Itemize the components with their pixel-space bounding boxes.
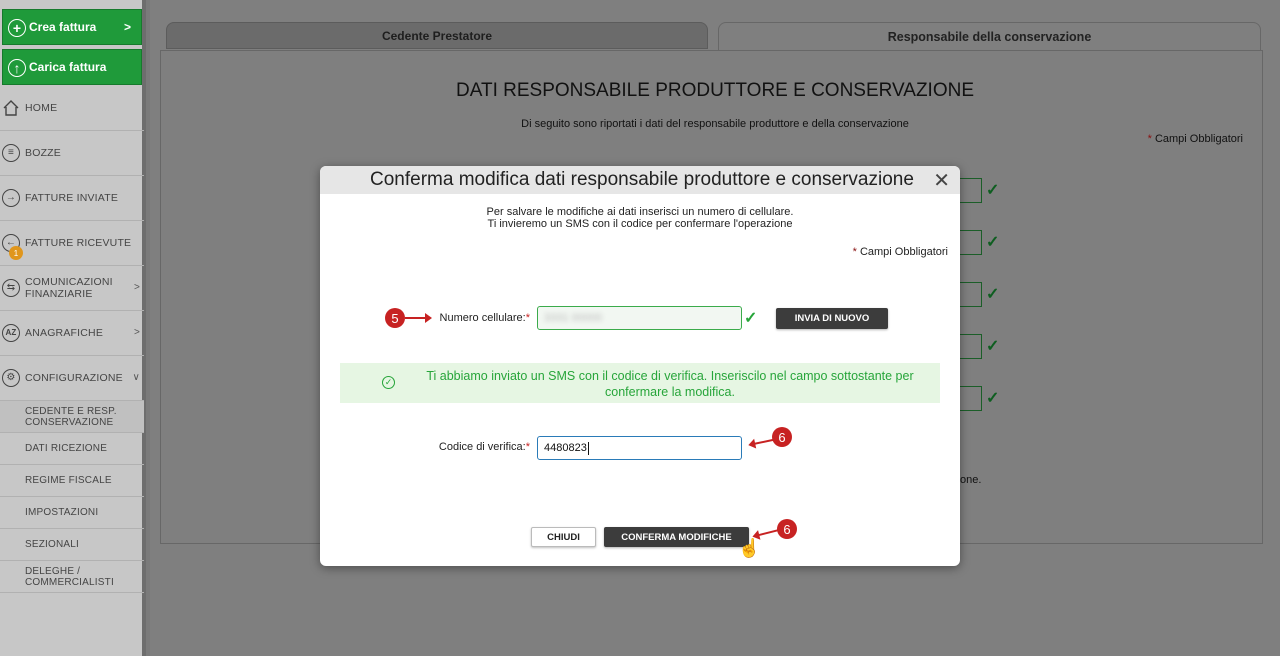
tab-responsabile-conservazione[interactable]: Responsabile della conservazione bbox=[718, 22, 1261, 51]
sidebar-item-bozze[interactable]: ≡ BOZZE bbox=[0, 131, 144, 176]
sidebar-item-label: FATTURE RICEVUTE bbox=[25, 237, 132, 249]
page-subtitle: Di seguito sono riportati i dati del res… bbox=[521, 118, 909, 130]
modal-intro-line1: Per salvare le modifiche ai dati inseris… bbox=[486, 206, 794, 218]
check-icon: ✓ bbox=[986, 286, 1000, 303]
form-field[interactable] bbox=[957, 178, 982, 203]
sidebar-item-label: CONFIGURAZIONE bbox=[25, 372, 123, 384]
page-partial-text: one. bbox=[960, 474, 982, 486]
sidebar-subitem-dati-ricezione[interactable]: DATI RICEZIONE bbox=[0, 433, 144, 465]
sidebar-subitem-label: DELEGHE / COMMERCIALISTI bbox=[25, 565, 114, 588]
sidebar-subitem-cedente[interactable]: CEDENTE E RESP. CONSERVAZIONE bbox=[0, 401, 144, 433]
check-icon: ✓ bbox=[986, 390, 1000, 407]
alert-text: Ti abbiamo inviato un SMS con il codice … bbox=[426, 369, 914, 399]
chevron-right-icon: > bbox=[133, 282, 140, 293]
page-title: DATI RESPONSABILE PRODUTTORE E CONSERVAZ… bbox=[455, 80, 975, 101]
sidebar: + Crea fattura > ↑ Carica fattura HOME ≡… bbox=[0, 0, 146, 656]
chevron-down-icon: ∨ bbox=[132, 372, 140, 383]
sidebar-subitem-sezionali[interactable]: SEZIONALI bbox=[0, 529, 144, 561]
sidebar-subitem-label: SEZIONALI bbox=[25, 539, 80, 550]
phone-label-text: Numero cellulare: bbox=[439, 312, 526, 324]
sidebar-item-configurazione[interactable]: ⚙ CONFIGURAZIONE ∨ bbox=[0, 356, 144, 401]
hand-cursor-icon: ☝ bbox=[738, 538, 761, 558]
sidebar-item-home[interactable]: HOME bbox=[0, 86, 144, 131]
sidebar-item-comunicazioni-finanziarie[interactable]: ⇆ COMUNICAZIONI FINANZIARIE > bbox=[0, 266, 144, 311]
crea-fattura-label: Crea fattura bbox=[29, 20, 97, 34]
check-icon: ✓ bbox=[744, 310, 758, 327]
sidebar-item-label: HOME bbox=[25, 102, 58, 114]
chevron-right-icon: > bbox=[133, 327, 140, 338]
drafts-icon: ≡ bbox=[2, 144, 20, 162]
sidebar-item-anagrafiche[interactable]: AZ ANAGRAFICHE > bbox=[0, 311, 144, 356]
sidebar-subitem-deleghe[interactable]: DELEGHE / COMMERCIALISTI bbox=[0, 561, 144, 593]
sidebar-subitem-regime-fiscale[interactable]: REGIME FISCALE bbox=[0, 465, 144, 497]
required-fields-text: Campi Obbligatori bbox=[1154, 133, 1243, 145]
form-field[interactable] bbox=[957, 230, 982, 255]
exchange-icon: ⇆ bbox=[2, 279, 20, 297]
code-label: Codice di verifica:* bbox=[438, 441, 530, 453]
az-icon: AZ bbox=[2, 324, 20, 342]
plus-icon: + bbox=[8, 19, 26, 37]
phone-value: 3331 00000 bbox=[544, 312, 603, 324]
sms-sent-alert: ✓ Ti abbiamo inviato un SMS con il codic… bbox=[340, 363, 940, 403]
sidebar-item-label: COMUNICAZIONI FINANZIARIE bbox=[25, 276, 113, 300]
upload-icon: ↑ bbox=[8, 59, 26, 77]
confirm-modal: Conferma modifica dati responsabile prod… bbox=[320, 166, 960, 566]
crea-fattura-button[interactable]: + Crea fattura > bbox=[2, 9, 142, 45]
code-label-text: Codice di verifica: bbox=[438, 441, 526, 453]
check-icon: ✓ bbox=[986, 338, 1000, 355]
check-icon: ✓ bbox=[986, 182, 1000, 199]
check-circle-icon: ✓ bbox=[382, 376, 395, 389]
sidebar-item-fatture-inviate[interactable]: → FATTURE INVIATE bbox=[0, 176, 144, 221]
resend-button[interactable]: INVIA DI NUOVO bbox=[776, 308, 888, 329]
step-6-marker: 6 bbox=[777, 519, 797, 539]
modal-header: Conferma modifica dati responsabile prod… bbox=[320, 166, 960, 194]
modal-required-text: Campi Obbligatori bbox=[859, 246, 948, 258]
tab-cedente-prestatore[interactable]: Cedente Prestatore bbox=[166, 22, 708, 49]
sidebar-item-label: BOZZE bbox=[25, 147, 62, 159]
sidebar-subitem-label: DATI RICEZIONE bbox=[25, 443, 108, 454]
modal-intro-line2: Ti invieremo un SMS con il codice per co… bbox=[487, 218, 793, 230]
verification-code-input[interactable]: 4480823 bbox=[537, 436, 742, 460]
phone-label: Numero cellulare:* bbox=[439, 312, 530, 324]
form-field[interactable] bbox=[957, 282, 982, 307]
sidebar-subitem-label: REGIME FISCALE bbox=[25, 475, 112, 486]
gear-icon: ⚙ bbox=[2, 369, 20, 387]
home-icon bbox=[2, 99, 20, 117]
sidebar-item-label: FATTURE INVIATE bbox=[25, 192, 119, 204]
form-field[interactable] bbox=[957, 386, 982, 411]
tab-label: Cedente Prestatore bbox=[381, 28, 493, 43]
notification-badge: 1 bbox=[9, 246, 23, 260]
close-button[interactable]: CHIUDI bbox=[531, 527, 596, 547]
sidebar-subitem-impostazioni[interactable]: IMPOSTAZIONI bbox=[0, 497, 144, 529]
tab-label: Responsabile della conservazione bbox=[887, 30, 1092, 44]
modal-required-note: * Campi Obbligatori bbox=[852, 246, 948, 258]
required-fields-note: * Campi Obbligatori bbox=[1147, 133, 1243, 145]
chevron-right-icon: > bbox=[123, 20, 131, 34]
phone-input[interactable]: 3331 00000 bbox=[537, 306, 742, 330]
arrow-icon bbox=[405, 313, 432, 323]
carica-fattura-label: Carica fattura bbox=[29, 60, 107, 74]
close-icon[interactable]: ✕ bbox=[933, 168, 950, 193]
carica-fattura-button[interactable]: ↑ Carica fattura bbox=[2, 49, 142, 85]
sent-icon: → bbox=[2, 189, 20, 207]
check-icon: ✓ bbox=[986, 234, 1000, 251]
code-value: 4480823 bbox=[544, 442, 587, 454]
modal-title: Conferma modifica dati responsabile prod… bbox=[370, 169, 914, 190]
step-6-marker: 6 bbox=[772, 427, 792, 447]
confirm-button[interactable]: CONFERMA MODIFICHE bbox=[604, 527, 749, 547]
step-5-marker: 5 bbox=[385, 308, 405, 328]
sidebar-subitem-label: IMPOSTAZIONI bbox=[25, 507, 99, 518]
modal-intro: Per salvare le modifiche ai dati inseris… bbox=[320, 206, 960, 230]
form-field[interactable] bbox=[957, 334, 982, 359]
sidebar-subitem-label: CEDENTE E RESP. CONSERVAZIONE bbox=[25, 405, 117, 428]
sidebar-item-label: ANAGRAFICHE bbox=[25, 327, 104, 339]
sidebar-item-fatture-ricevute[interactable]: ← FATTURE RICEVUTE bbox=[0, 221, 144, 266]
